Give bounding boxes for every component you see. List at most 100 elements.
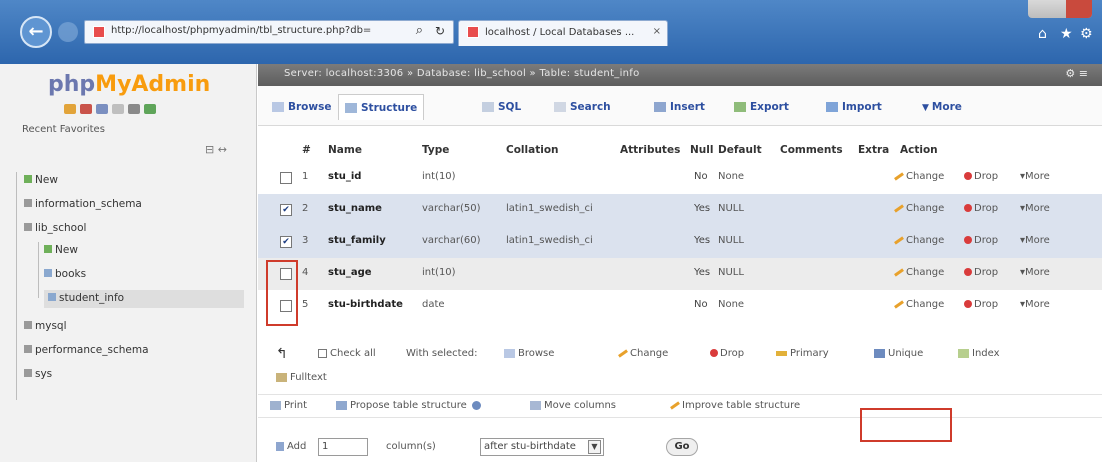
bulk-unique-button[interactable]: Unique — [874, 348, 923, 359]
window-controls[interactable] — [1028, 0, 1092, 18]
tab-more[interactable]: ▼ More — [922, 94, 962, 120]
row-number: 4 — [302, 267, 309, 278]
table-row[interactable]: ✔ 3 stu_family varchar(60) latin1_swedis… — [258, 226, 1102, 258]
change-action[interactable]: Change — [894, 171, 944, 182]
improve-structure-link[interactable]: Improve table structure — [670, 400, 800, 411]
bulk-fulltext-button[interactable]: Fulltext — [276, 372, 327, 383]
drop-action[interactable]: Drop — [964, 203, 998, 214]
column-default: NULL — [718, 203, 744, 214]
print-link[interactable]: Print — [270, 400, 307, 411]
tab-sql[interactable]: SQL — [482, 94, 521, 120]
bulk-browse-button[interactable]: Browse — [504, 348, 554, 359]
tree-item-information-schema[interactable]: information_schema — [24, 198, 142, 210]
nav-tabs[interactable]: Recent Favorites — [22, 124, 105, 135]
table-row[interactable]: 5 stu-birthdate date No None Change Drop… — [258, 290, 1102, 322]
row-checkbox[interactable] — [280, 172, 292, 184]
docs-icon[interactable] — [96, 104, 108, 114]
star-icon[interactable]: ★ — [1060, 26, 1073, 42]
tree-item-performance-schema[interactable]: performance_schema — [24, 344, 149, 356]
browser-tab[interactable]: localhost / Local Databases ... × — [458, 20, 668, 46]
tab-export[interactable]: Export — [734, 94, 789, 120]
column-count-input[interactable]: 1 — [318, 438, 368, 456]
col-header-name[interactable]: Name — [328, 144, 362, 156]
change-action[interactable]: Change — [894, 299, 944, 310]
bulk-index-button[interactable]: Index — [958, 348, 1000, 359]
col-header-collation[interactable]: Collation — [506, 144, 559, 156]
nav-settings-icon[interactable] — [144, 104, 156, 114]
position-select[interactable]: after stu-birthdate ▼ — [480, 438, 604, 456]
phpmyadmin-logo[interactable]: phpMyAdmin — [48, 72, 210, 97]
tree-item-books[interactable]: books — [44, 268, 86, 280]
new-icon — [24, 175, 32, 183]
change-action[interactable]: Change — [894, 203, 944, 214]
row-checkbox[interactable]: ✔ — [280, 204, 292, 216]
propose-structure-link[interactable]: Propose table structure — [336, 400, 481, 411]
help-icon[interactable] — [471, 400, 481, 410]
tree-item-new-table[interactable]: New — [44, 244, 78, 256]
tree-item-lib-school[interactable]: lib_school — [24, 222, 86, 234]
bulk-primary-button[interactable]: Primary — [776, 348, 829, 359]
more-action[interactable]: ▾More — [1020, 203, 1050, 214]
more-action[interactable]: ▾More — [1020, 299, 1050, 310]
col-header-extra[interactable]: Extra — [858, 144, 889, 156]
change-action[interactable]: Change — [894, 267, 944, 278]
bulk-change-button[interactable]: Change — [618, 348, 668, 359]
tree-item-student-info[interactable]: student_info — [48, 292, 124, 304]
drop-action[interactable]: Drop — [964, 267, 998, 278]
check-all-link[interactable]: Check all — [318, 348, 376, 359]
tab-search[interactable]: Search — [554, 94, 611, 120]
tab-import[interactable]: Import — [826, 94, 882, 120]
more-action[interactable]: ▾More — [1020, 171, 1050, 182]
highlight-selected-checkboxes — [266, 260, 298, 326]
search-icon[interactable]: ⌕ — [416, 23, 423, 38]
collapse-all-icon[interactable]: ⊟ ↔ — [205, 143, 227, 156]
address-bar[interactable]: http://localhost/phpmyadmin/tbl_structur… — [84, 20, 454, 44]
forward-button[interactable] — [58, 22, 78, 42]
gear-icon[interactable]: ⚙ — [1080, 26, 1093, 42]
back-button[interactable]: ← — [20, 16, 52, 48]
row-checkbox[interactable]: ✔ — [280, 236, 292, 248]
drop-icon — [964, 300, 972, 308]
home-icon[interactable]: ⌂ — [1038, 26, 1047, 42]
tab-structure[interactable]: Structure — [338, 94, 425, 120]
tree-item-new[interactable]: New — [24, 174, 58, 186]
drop-action[interactable]: Drop — [964, 171, 998, 182]
table-row[interactable]: ✔ 2 stu_name varchar(50) latin1_swedish_… — [258, 194, 1102, 226]
reload-icon[interactable] — [128, 104, 140, 114]
col-header-default[interactable]: Default — [718, 144, 762, 156]
breadcrumb-controls-icon[interactable]: ⚙ ≡ — [1065, 67, 1088, 80]
tab-close-icon[interactable]: × — [653, 26, 661, 37]
col-header-type[interactable]: Type — [422, 144, 449, 156]
chevron-down-icon[interactable]: ▼ — [588, 440, 601, 454]
drop-action[interactable]: Drop — [964, 299, 998, 310]
table-row[interactable]: 1 stu_id int(10) No None Change Drop ▾Mo… — [258, 162, 1102, 194]
tree-item-sys[interactable]: sys — [24, 368, 52, 380]
tree-item-mysql[interactable]: mysql — [24, 320, 67, 332]
more-action[interactable]: ▾More — [1020, 235, 1050, 246]
index-icon — [958, 348, 969, 358]
settings-icon[interactable] — [112, 104, 124, 114]
logout-icon[interactable] — [80, 104, 92, 114]
col-header-attributes[interactable]: Attributes — [620, 144, 680, 156]
col-header-null[interactable]: Null — [690, 144, 713, 156]
insert-icon — [654, 102, 666, 112]
tab-browse[interactable]: Browse — [272, 94, 331, 120]
table-row[interactable]: 4 stu_age int(10) Yes NULL Change Drop ▾… — [258, 258, 1102, 290]
drop-action[interactable]: Drop — [964, 235, 998, 246]
move-columns-link[interactable]: Move columns — [530, 400, 616, 411]
window-close-button[interactable] — [1066, 0, 1092, 18]
highlight-change-button — [860, 408, 952, 442]
go-button[interactable]: Go — [666, 438, 698, 456]
column-default: None — [718, 171, 745, 182]
more-action[interactable]: ▾More — [1020, 267, 1050, 278]
refresh-icon[interactable]: ↻ — [435, 24, 445, 38]
change-action[interactable]: Change — [894, 235, 944, 246]
col-header-comments[interactable]: Comments — [780, 144, 843, 156]
database-icon — [24, 199, 32, 207]
add-label: Add — [276, 441, 306, 452]
breadcrumb[interactable]: Server: localhost:3306 » Database: lib_s… — [284, 68, 640, 79]
bulk-drop-button[interactable]: Drop — [710, 348, 744, 359]
tab-title: localhost / Local Databases ... — [485, 27, 635, 38]
tab-insert[interactable]: Insert — [654, 94, 705, 120]
home-icon[interactable] — [64, 104, 76, 114]
